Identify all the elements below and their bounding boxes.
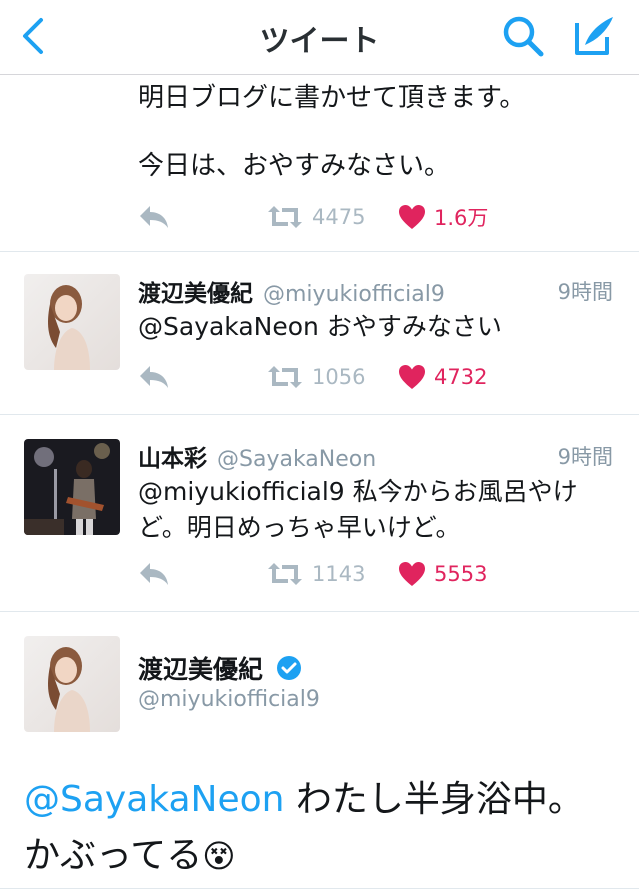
tweet-text-line: ど。明日めっちゃ早いけど。 (138, 513, 461, 542)
dizzy-face-emoji: 😵 (202, 837, 236, 875)
avatar[interactable] (24, 439, 120, 535)
heart-icon (399, 205, 425, 229)
retweet-button[interactable]: 4475 (266, 200, 365, 234)
retweet-button[interactable]: 1143 (266, 557, 365, 591)
tweet-actions: 1143 5553 (138, 557, 618, 591)
author-name[interactable]: 渡辺美優紀 (138, 650, 302, 686)
tweet-fragment[interactable]: 明日ブログに書かせて頂きます。 今日は、おやすみなさい。 4475 1.6万 (0, 75, 639, 252)
reply-tweet[interactable]: 渡辺美優紀 @miyukiofficial9 9時間 @SayakaNeon おや… (0, 252, 639, 415)
tweet-actions: 4475 1.6万 (138, 200, 618, 234)
reply-button[interactable] (138, 557, 170, 591)
tweet-text: @SayakaNeon わたし半身浴中。 かぶってる😵 (24, 779, 584, 876)
reply-button[interactable] (138, 200, 170, 234)
main-tweet: 渡辺美優紀 @miyukiofficial9 @SayakaNeon わたし半身… (0, 612, 639, 889)
compose-icon (575, 17, 613, 55)
timestamp: 9時間 (557, 445, 613, 469)
author-name[interactable]: 山本彩 @SayakaNeon (138, 439, 376, 473)
mention-link[interactable]: @SayakaNeon (24, 779, 284, 820)
retweet-count: 1056 (312, 365, 366, 389)
like-button[interactable]: 5553 (398, 557, 487, 591)
search-icon (503, 16, 544, 57)
reply-button[interactable] (138, 360, 170, 394)
avatar[interactable] (24, 274, 120, 370)
reply-icon (140, 366, 168, 388)
like-count: 1.6万 (434, 206, 489, 230)
navigation-bar: ツイート (0, 0, 639, 75)
tweet-text-line: @miyukiofficial9 私今からお風呂やけ (138, 477, 578, 506)
retweet-count: 1143 (312, 562, 366, 586)
timestamp: 9時間 (557, 280, 613, 304)
reply-tweet[interactable]: 山本彩 @SayakaNeon 9時間 @miyukiofficial9 私今から… (0, 415, 639, 612)
tweet-text-line: 明日ブログに書かせて頂きます。 (138, 83, 526, 113)
retweet-count: 4475 (312, 205, 366, 229)
heart-icon (399, 365, 425, 389)
verified-icon (276, 656, 301, 680)
heart-icon (399, 562, 425, 586)
tweet-text-line: 今日は、おやすみなさい。 (138, 151, 451, 181)
like-button[interactable]: 1.6万 (398, 200, 488, 234)
avatar[interactable] (24, 636, 120, 732)
like-count: 4732 (434, 365, 488, 389)
retweet-icon (268, 206, 302, 228)
reply-icon (140, 563, 168, 585)
retweet-button[interactable]: 1056 (266, 360, 365, 394)
author-handle: @SayakaNeon (217, 447, 377, 472)
like-count: 5553 (434, 562, 488, 586)
retweet-icon (268, 563, 302, 585)
author-handle[interactable]: @miyukiofficial9 (138, 687, 320, 712)
like-button[interactable]: 4732 (398, 360, 487, 394)
retweet-icon (268, 366, 302, 388)
author-handle: @miyukiofficial9 (263, 282, 445, 307)
search-button[interactable] (497, 10, 549, 62)
tweet-actions: 1056 4732 (138, 360, 618, 394)
tweet-text: @SayakaNeon おやすみなさい (138, 312, 502, 341)
compose-button[interactable] (568, 10, 620, 62)
reply-icon (140, 206, 168, 228)
author-name[interactable]: 渡辺美優紀 @miyukiofficial9 (138, 274, 445, 308)
